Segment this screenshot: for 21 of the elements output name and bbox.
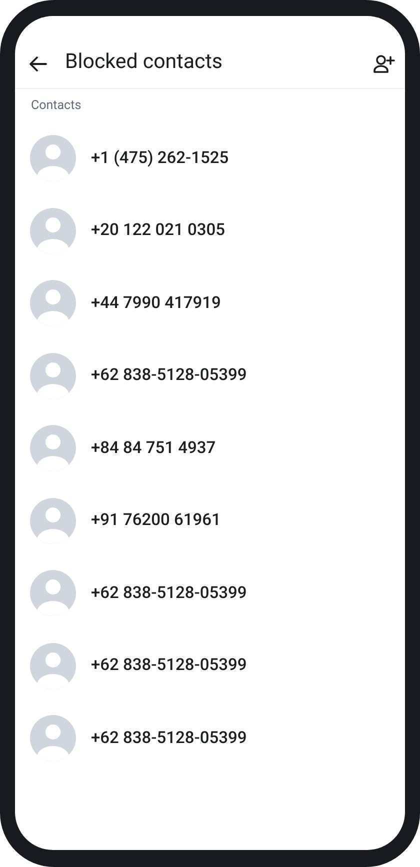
phone-number[interactable]: +84 84 751 4937	[91, 438, 216, 458]
avatar-icon	[30, 498, 76, 544]
phone-number[interactable]: +62 838-5128-05399	[91, 366, 247, 386]
add-contact-button[interactable]	[373, 53, 395, 75]
phone-number[interactable]: +20 122 021 0305	[91, 221, 225, 240]
avatar-icon	[30, 280, 76, 326]
phone-number[interactable]: +62 838-5128-05399	[91, 656, 247, 676]
avatar-icon	[30, 135, 76, 182]
avatar-icon	[30, 425, 76, 472]
section-label: Contacts	[30, 97, 82, 115]
avatar-icon	[30, 352, 76, 399]
phone-number[interactable]: +44 7990 417919	[91, 294, 221, 313]
page-title: Blocked contacts	[65, 49, 224, 75]
avatar-icon	[30, 715, 76, 762]
phone-number[interactable]: +1 (475) 262-1525	[91, 148, 229, 168]
phone-number[interactable]: +62 838-5128-05399	[91, 584, 247, 603]
avatar-icon	[30, 570, 76, 616]
phone-number[interactable]: +62 838-5128-05399	[91, 728, 247, 748]
avatar-icon	[30, 642, 76, 689]
avatar-icon	[30, 208, 76, 254]
phone-number[interactable]: +91 76200 61961	[91, 511, 221, 530]
